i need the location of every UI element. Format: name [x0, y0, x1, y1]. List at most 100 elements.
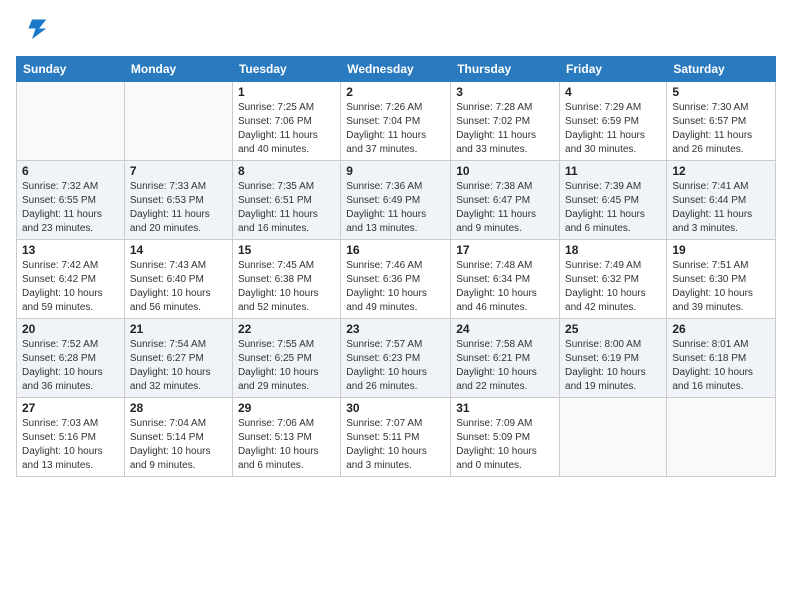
day-info: Sunrise: 7:09 AM Sunset: 5:09 PM Dayligh… [456, 417, 554, 473]
day-header-tuesday: Tuesday [232, 57, 340, 82]
day-number: 26 [672, 322, 770, 336]
calendar-week-row: 1 Sunrise: 7:25 AM Sunset: 7:06 PM Daylig… [17, 82, 776, 161]
calendar-cell: 13 Sunrise: 7:42 AM Sunset: 6:42 PM Dayli… [17, 240, 125, 319]
calendar-week-row: 13 Sunrise: 7:42 AM Sunset: 6:42 PM Dayli… [17, 240, 776, 319]
day-info: Sunrise: 7:42 AM Sunset: 6:42 PM Dayligh… [22, 259, 119, 315]
day-number: 25 [565, 322, 661, 336]
calendar-cell: 20 Sunrise: 7:52 AM Sunset: 6:28 PM Dayli… [17, 319, 125, 398]
day-number: 19 [672, 243, 770, 257]
day-info: Sunrise: 7:43 AM Sunset: 6:40 PM Dayligh… [130, 259, 227, 315]
calendar-cell: 5 Sunrise: 7:30 AM Sunset: 6:57 PM Daylig… [667, 82, 776, 161]
calendar-header-row: SundayMondayTuesdayWednesdayThursdayFrid… [17, 57, 776, 82]
calendar-cell: 26 Sunrise: 8:01 AM Sunset: 6:18 PM Dayli… [667, 319, 776, 398]
calendar: SundayMondayTuesdayWednesdayThursdayFrid… [16, 56, 776, 477]
calendar-cell [124, 82, 232, 161]
day-info: Sunrise: 7:54 AM Sunset: 6:27 PM Dayligh… [130, 338, 227, 394]
logo [16, 16, 52, 48]
calendar-cell: 18 Sunrise: 7:49 AM Sunset: 6:32 PM Dayli… [560, 240, 667, 319]
calendar-cell: 15 Sunrise: 7:45 AM Sunset: 6:38 PM Dayli… [232, 240, 340, 319]
day-number: 31 [456, 401, 554, 415]
calendar-cell: 9 Sunrise: 7:36 AM Sunset: 6:49 PM Daylig… [341, 161, 451, 240]
day-header-sunday: Sunday [17, 57, 125, 82]
calendar-cell: 8 Sunrise: 7:35 AM Sunset: 6:51 PM Daylig… [232, 161, 340, 240]
calendar-cell: 22Sunrise: 7:55 AM Sunset: 6:25 PM Dayli… [232, 319, 340, 398]
day-info: Sunrise: 7:33 AM Sunset: 6:53 PM Dayligh… [130, 180, 227, 236]
calendar-cell: 28Sunrise: 7:04 AM Sunset: 5:14 PM Dayli… [124, 398, 232, 477]
day-number: 20 [22, 322, 119, 336]
calendar-week-row: 27 Sunrise: 7:03 AM Sunset: 5:16 PM Dayli… [17, 398, 776, 477]
day-info: Sunrise: 7:48 AM Sunset: 6:34 PM Dayligh… [456, 259, 554, 315]
day-number: 1 [238, 85, 335, 99]
day-info: Sunrise: 7:35 AM Sunset: 6:51 PM Dayligh… [238, 180, 335, 236]
logo-icon [16, 16, 48, 48]
day-header-monday: Monday [124, 57, 232, 82]
day-info: Sunrise: 7:57 AM Sunset: 6:23 PM Dayligh… [346, 338, 445, 394]
calendar-cell: 21 Sunrise: 7:54 AM Sunset: 6:27 PM Dayli… [124, 319, 232, 398]
day-info: Sunrise: 7:25 AM Sunset: 7:06 PM Dayligh… [238, 101, 335, 157]
calendar-cell: 2Sunrise: 7:26 AM Sunset: 7:04 PM Daylig… [341, 82, 451, 161]
calendar-cell: 31 Sunrise: 7:09 AM Sunset: 5:09 PM Dayli… [451, 398, 560, 477]
day-number: 11 [565, 164, 661, 178]
day-number: 4 [565, 85, 661, 99]
day-header-friday: Friday [560, 57, 667, 82]
day-info: Sunrise: 7:29 AM Sunset: 6:59 PM Dayligh… [565, 101, 661, 157]
day-info: Sunrise: 7:36 AM Sunset: 6:49 PM Dayligh… [346, 180, 445, 236]
calendar-cell: 6Sunrise: 7:32 AM Sunset: 6:55 PM Daylig… [17, 161, 125, 240]
day-number: 8 [238, 164, 335, 178]
calendar-cell: 17 Sunrise: 7:48 AM Sunset: 6:34 PM Dayli… [451, 240, 560, 319]
day-info: Sunrise: 7:52 AM Sunset: 6:28 PM Dayligh… [22, 338, 119, 394]
day-number: 30 [346, 401, 445, 415]
day-info: Sunrise: 7:03 AM Sunset: 5:16 PM Dayligh… [22, 417, 119, 473]
calendar-cell: 10 Sunrise: 7:38 AM Sunset: 6:47 PM Dayli… [451, 161, 560, 240]
calendar-cell: 29Sunrise: 7:06 AM Sunset: 5:13 PM Dayli… [232, 398, 340, 477]
calendar-cell: 7 Sunrise: 7:33 AM Sunset: 6:53 PM Daylig… [124, 161, 232, 240]
day-info: Sunrise: 7:41 AM Sunset: 6:44 PM Dayligh… [672, 180, 770, 236]
day-info: Sunrise: 7:49 AM Sunset: 6:32 PM Dayligh… [565, 259, 661, 315]
day-info: Sunrise: 7:45 AM Sunset: 6:38 PM Dayligh… [238, 259, 335, 315]
day-number: 12 [672, 164, 770, 178]
day-info: Sunrise: 7:30 AM Sunset: 6:57 PM Dayligh… [672, 101, 770, 157]
calendar-cell: 11 Sunrise: 7:39 AM Sunset: 6:45 PM Dayli… [560, 161, 667, 240]
day-number: 15 [238, 243, 335, 257]
calendar-cell [667, 398, 776, 477]
day-number: 5 [672, 85, 770, 99]
day-number: 9 [346, 164, 445, 178]
day-info: Sunrise: 8:00 AM Sunset: 6:19 PM Dayligh… [565, 338, 661, 394]
day-info: Sunrise: 8:01 AM Sunset: 6:18 PM Dayligh… [672, 338, 770, 394]
calendar-cell: 12 Sunrise: 7:41 AM Sunset: 6:44 PM Dayli… [667, 161, 776, 240]
day-number: 22 [238, 322, 335, 336]
day-info: Sunrise: 7:32 AM Sunset: 6:55 PM Dayligh… [22, 180, 119, 236]
day-info: Sunrise: 7:07 AM Sunset: 5:11 PM Dayligh… [346, 417, 445, 473]
day-number: 7 [130, 164, 227, 178]
calendar-cell: 3Sunrise: 7:28 AM Sunset: 7:02 PM Daylig… [451, 82, 560, 161]
header [16, 16, 776, 48]
calendar-cell: 27 Sunrise: 7:03 AM Sunset: 5:16 PM Dayli… [17, 398, 125, 477]
calendar-cell: 30 Sunrise: 7:07 AM Sunset: 5:11 PM Dayli… [341, 398, 451, 477]
calendar-week-row: 6Sunrise: 7:32 AM Sunset: 6:55 PM Daylig… [17, 161, 776, 240]
day-number: 27 [22, 401, 119, 415]
day-info: Sunrise: 7:58 AM Sunset: 6:21 PM Dayligh… [456, 338, 554, 394]
day-info: Sunrise: 7:28 AM Sunset: 7:02 PM Dayligh… [456, 101, 554, 157]
calendar-cell: 4 Sunrise: 7:29 AM Sunset: 6:59 PM Daylig… [560, 82, 667, 161]
day-number: 23 [346, 322, 445, 336]
calendar-cell: 16Sunrise: 7:46 AM Sunset: 6:36 PM Dayli… [341, 240, 451, 319]
calendar-cell [560, 398, 667, 477]
day-info: Sunrise: 7:39 AM Sunset: 6:45 PM Dayligh… [565, 180, 661, 236]
page: SundayMondayTuesdayWednesdayThursdayFrid… [0, 0, 792, 612]
day-info: Sunrise: 7:38 AM Sunset: 6:47 PM Dayligh… [456, 180, 554, 236]
day-number: 17 [456, 243, 554, 257]
day-number: 13 [22, 243, 119, 257]
day-header-wednesday: Wednesday [341, 57, 451, 82]
day-number: 10 [456, 164, 554, 178]
day-number: 2 [346, 85, 445, 99]
calendar-cell: 1 Sunrise: 7:25 AM Sunset: 7:06 PM Daylig… [232, 82, 340, 161]
day-number: 21 [130, 322, 227, 336]
day-number: 24 [456, 322, 554, 336]
calendar-cell [17, 82, 125, 161]
day-number: 29 [238, 401, 335, 415]
calendar-cell: 25 Sunrise: 8:00 AM Sunset: 6:19 PM Dayli… [560, 319, 667, 398]
day-number: 18 [565, 243, 661, 257]
day-number: 28 [130, 401, 227, 415]
calendar-cell: 23 Sunrise: 7:57 AM Sunset: 6:23 PM Dayli… [341, 319, 451, 398]
day-info: Sunrise: 7:46 AM Sunset: 6:36 PM Dayligh… [346, 259, 445, 315]
